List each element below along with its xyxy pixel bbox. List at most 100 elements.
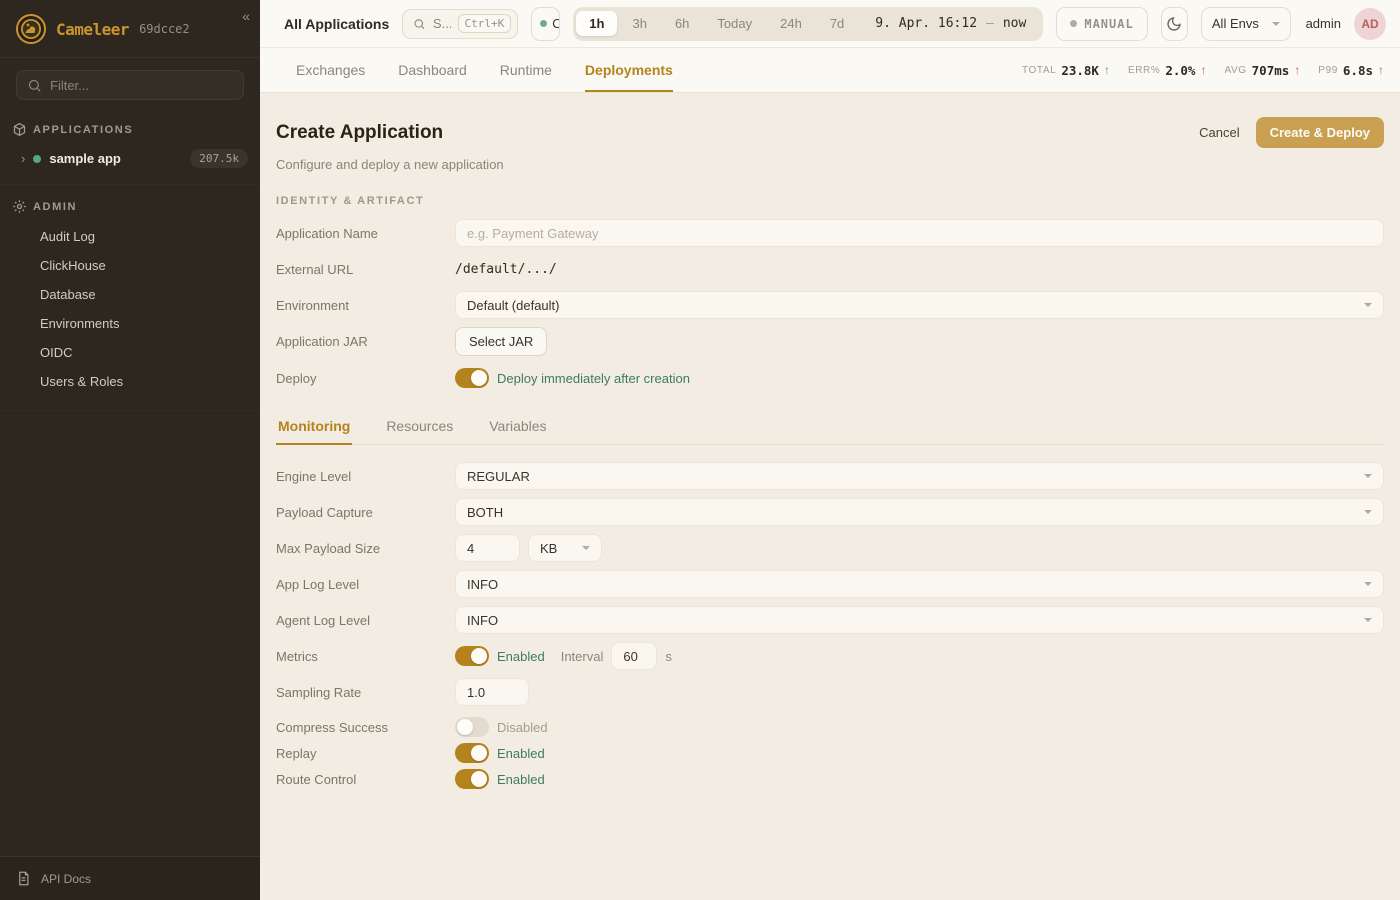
date-range-display[interactable]: 9. Apr. 16:12 — now xyxy=(859,16,1040,31)
replay-toggle[interactable] xyxy=(455,743,489,763)
range-24h[interactable]: 24h xyxy=(767,11,815,36)
app-log-level-label: App Log Level xyxy=(276,577,455,592)
compress-success-state-label: Disabled xyxy=(497,720,548,735)
api-docs-link[interactable]: API Docs xyxy=(0,856,260,900)
global-search[interactable]: S... Ctrl+K xyxy=(402,9,518,39)
metrics-interval-input[interactable] xyxy=(611,642,657,670)
environment-filter-value: All Envs xyxy=(1212,16,1259,31)
tab-dashboard[interactable]: Dashboard xyxy=(398,48,467,92)
max-payload-size-input[interactable] xyxy=(455,534,520,562)
page-content: Create Application Cancel Create & Deplo… xyxy=(260,93,1400,900)
compress-success-label: Compress Success xyxy=(276,720,455,735)
stat-err-value: 2.0% xyxy=(1165,63,1195,78)
subtab-resources[interactable]: Resources xyxy=(384,412,455,445)
sidebar-item-environments[interactable]: Environments xyxy=(0,309,260,338)
search-icon xyxy=(413,17,426,31)
application-name: sample app xyxy=(49,151,121,166)
sampling-rate-input[interactable] xyxy=(455,678,529,706)
scope-title: All Applications xyxy=(284,16,389,32)
status-dot-icon xyxy=(33,155,41,163)
form-row-sampling-rate: Sampling Rate xyxy=(276,678,1384,706)
chevron-down-icon xyxy=(1364,582,1372,586)
range-6h[interactable]: 6h xyxy=(662,11,702,36)
compress-success-toggle[interactable] xyxy=(455,717,489,737)
stat-err-label: ERR% xyxy=(1128,65,1160,76)
sidebar-collapse-icon[interactable]: « xyxy=(242,8,250,24)
environment-label: Environment xyxy=(276,298,455,313)
payload-unit-select[interactable]: KB xyxy=(528,534,602,562)
metrics-toggle[interactable] xyxy=(455,646,489,666)
refresh-mode-label: MANUAL xyxy=(1084,17,1133,31)
chevron-right-icon[interactable]: › xyxy=(21,151,25,166)
date-from: 9. Apr. 16:12 xyxy=(875,16,977,31)
app-logo-text: Cameleer xyxy=(56,20,129,39)
subtab-monitoring[interactable]: Monitoring xyxy=(276,412,352,445)
range-7d[interactable]: 7d xyxy=(817,11,857,36)
app-log-level-select[interactable]: INFO xyxy=(455,570,1384,598)
tab-exchanges[interactable]: Exchanges xyxy=(296,48,365,92)
stat-p99-label: P99 xyxy=(1318,65,1338,76)
range-3h[interactable]: 3h xyxy=(619,11,659,36)
refresh-dot-icon xyxy=(1070,20,1077,27)
tab-deployments[interactable]: Deployments xyxy=(585,48,673,92)
time-range-control: 1h 3h 6h Today 24h 7d 9. Apr. 16:12 — no… xyxy=(573,7,1043,41)
payload-capture-label: Payload Capture xyxy=(276,505,455,520)
route-control-state-label: Enabled xyxy=(497,772,545,787)
deploy-toggle[interactable] xyxy=(455,368,489,388)
payload-capture-select[interactable]: BOTH xyxy=(455,498,1384,526)
environment-select[interactable]: Default (default) xyxy=(455,291,1384,319)
chevron-down-icon xyxy=(582,546,590,550)
form-row-engine-level: Engine Level REGULAR xyxy=(276,462,1384,490)
page-actions: Cancel Create & Deploy xyxy=(1199,117,1384,148)
sidebar-item-audit-log[interactable]: Audit Log xyxy=(0,222,260,251)
stat-p99-value: 6.8s xyxy=(1343,63,1373,78)
sidebar-item-database[interactable]: Database xyxy=(0,280,260,309)
replay-label: Replay xyxy=(276,746,455,761)
form-row-route-control: Route Control Enabled xyxy=(276,766,1384,792)
agent-log-level-select[interactable]: INFO xyxy=(455,606,1384,634)
metrics-label: Metrics xyxy=(276,649,455,664)
form-row-application-jar: Application JAR Select JAR xyxy=(276,327,1384,356)
refresh-mode-button[interactable]: MANUAL xyxy=(1056,7,1147,41)
tab-runtime[interactable]: Runtime xyxy=(500,48,552,92)
create-deploy-button[interactable]: Create & Deploy xyxy=(1256,117,1384,148)
trend-up-icon: ↑ xyxy=(1200,63,1206,77)
stat-avg-value: 707ms xyxy=(1252,63,1290,78)
stat-avg-label: AVG xyxy=(1224,65,1246,76)
sidebar-filter[interactable] xyxy=(16,70,244,100)
build-version: 69dcce2 xyxy=(139,22,190,36)
stat-avg: AVG 707ms ↑ xyxy=(1224,63,1300,78)
admin-nav: Audit Log ClickHouse Database Environmen… xyxy=(0,220,260,411)
select-jar-button[interactable]: Select JAR xyxy=(455,327,547,356)
sidebar-item-sample-app[interactable]: › sample app 207.5k xyxy=(0,143,260,174)
replay-state-label: Enabled xyxy=(497,746,545,761)
engine-level-value: REGULAR xyxy=(467,469,530,484)
payload-unit-value: KB xyxy=(540,541,557,556)
form-row-replay: Replay Enabled xyxy=(276,740,1384,766)
application-name-label: Application Name xyxy=(276,226,455,241)
environment-filter-select[interactable]: All Envs xyxy=(1201,7,1291,41)
theme-toggle-button[interactable] xyxy=(1161,7,1188,41)
route-control-toggle[interactable] xyxy=(455,769,489,789)
sidebar: Cameleer 69dcce2 « APPLICATIONS › sample… xyxy=(0,0,260,900)
sidebar-item-users-roles[interactable]: Users & Roles xyxy=(0,367,260,396)
subtab-variables[interactable]: Variables xyxy=(487,412,548,445)
sampling-rate-label: Sampling Rate xyxy=(276,685,455,700)
application-name-input[interactable] xyxy=(455,219,1384,247)
user-avatar[interactable]: AD xyxy=(1354,8,1386,40)
online-status-button[interactable]: O xyxy=(531,7,560,41)
date-to: now xyxy=(1003,16,1026,31)
main-area: All Applications S... Ctrl+K O 1h 3h 6h … xyxy=(260,0,1400,900)
range-1h[interactable]: 1h xyxy=(576,11,617,36)
sidebar-item-oidc[interactable]: OIDC xyxy=(0,338,260,367)
form-row-compress-success: Compress Success Disabled xyxy=(276,714,1384,740)
sidebar-item-clickhouse[interactable]: ClickHouse xyxy=(0,251,260,280)
form-row-metrics: Metrics Enabled Interval s xyxy=(276,642,1384,670)
online-label: O xyxy=(552,16,560,31)
filter-input[interactable] xyxy=(50,78,233,93)
agent-log-level-label: Agent Log Level xyxy=(276,613,455,628)
chevron-down-icon xyxy=(1272,22,1280,26)
engine-level-select[interactable]: REGULAR xyxy=(455,462,1384,490)
cancel-button[interactable]: Cancel xyxy=(1199,125,1239,140)
range-today[interactable]: Today xyxy=(704,11,765,36)
